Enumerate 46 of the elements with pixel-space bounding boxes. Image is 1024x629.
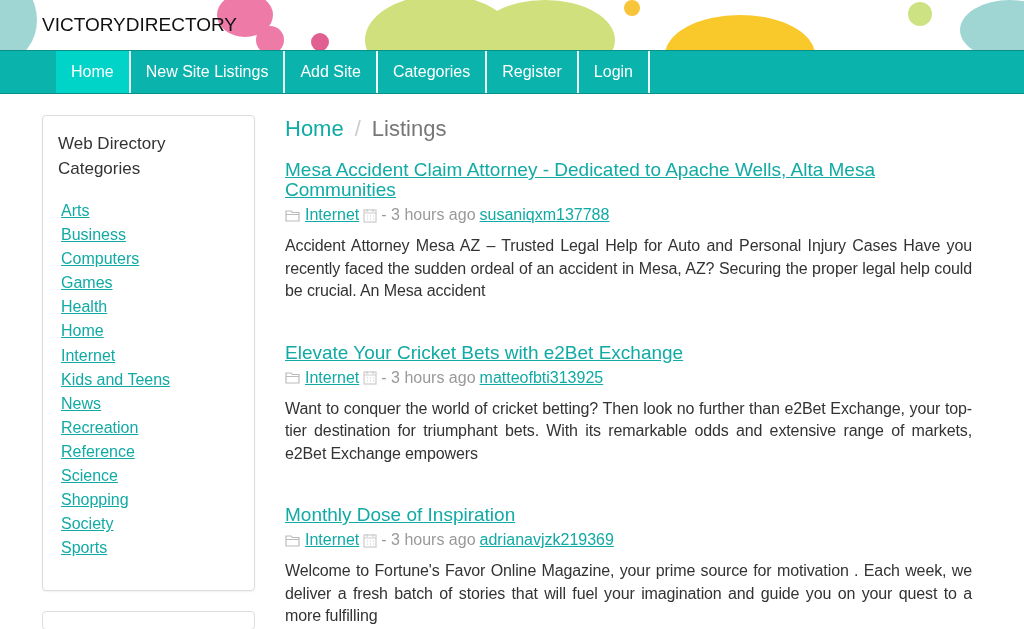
category-link[interactable]: Games [61, 271, 113, 296]
category-link[interactable]: Computers [61, 247, 140, 272]
user-link[interactable]: susaniqxm137788 [479, 204, 610, 226]
category-link[interactable]: Health [61, 295, 108, 320]
calendar-icon [363, 532, 378, 548]
category-link[interactable]: Society [61, 512, 114, 537]
category-link[interactable]: Sports [61, 536, 108, 561]
nav-link[interactable]: Categories [377, 51, 488, 93]
folder-icon [285, 208, 301, 222]
category-link[interactable]: Business [61, 223, 126, 248]
category-link[interactable]: Internet [61, 343, 116, 368]
nav-link[interactable]: Home [56, 51, 131, 93]
nav-link[interactable]: Login [578, 51, 650, 93]
nav-link[interactable]: Register [487, 51, 579, 93]
category-link[interactable]: Recreation [61, 415, 139, 440]
time-ago: - 3 hours ago [381, 367, 476, 388]
user-link[interactable]: adrianavjzk219369 [479, 529, 614, 551]
breadcrumb-link[interactable]: Home [285, 116, 344, 142]
category-link[interactable]: Reference [61, 439, 135, 465]
listing-description: Welcome to Fortune's Favor Online Magazine, your prime source for motivation . Each week, we deliver a fresh batch of stories that will fuel your imagination and guide you on your quest to a more fulfilling [285, 561, 972, 626]
calendar-icon [363, 207, 378, 223]
panel-title: Web Directory Categories [58, 133, 167, 180]
listing-title[interactable]: Mesa Accident Claim Attorney - Dedicated to Apache Wells, Alta Mesa Communities [285, 160, 972, 200]
nav-link[interactable]: Add Site [285, 51, 378, 93]
category-link[interactable]: Internet [305, 366, 360, 389]
listing-description: Accident Attorney Mesa AZ – Trusted Legal Help for Auto and Personal Injury Cases Have you recently faced the sudden ordeal of an accident in Mesa, AZ? Securing the proper legal help could be crucial. An Mesa accident [285, 236, 972, 301]
category-link[interactable]: Home [61, 319, 104, 344]
time-ago: - 3 hours ago [381, 530, 476, 550]
folder-icon [285, 533, 301, 547]
category-link[interactable]: Science [61, 464, 118, 489]
category-link[interactable]: Internet [305, 529, 360, 551]
folder-icon [285, 371, 301, 384]
current-page-label: Listings [371, 116, 447, 142]
listing-title[interactable]: Monthly Dose of Inspiration [285, 505, 972, 525]
user-link[interactable]: matteofbti313925 [479, 366, 604, 389]
category-link[interactable]: Arts [61, 199, 90, 224]
category-link[interactable]: Shopping [61, 488, 129, 513]
listing-description: Want to conquer the world of cricket betting? Then look no further than e2Bet Exchange, your top-tier destination for triumphant bets. With its remarkable odds and extensive range of markets, e2Bet Exchange empowers [285, 398, 972, 464]
calendar-icon [363, 370, 378, 385]
nav-link[interactable]: New Site Listings [130, 51, 286, 93]
category-link[interactable]: Internet [305, 204, 360, 226]
category-link[interactable]: News [61, 391, 101, 416]
category-link[interactable]: Kids and Teens [61, 367, 171, 392]
time-ago: - 3 hours ago [381, 205, 476, 225]
listing-title[interactable]: Elevate Your Cricket Bets with e2Bet Exchange [285, 342, 972, 363]
breadcrumb-separator: / [354, 116, 361, 142]
